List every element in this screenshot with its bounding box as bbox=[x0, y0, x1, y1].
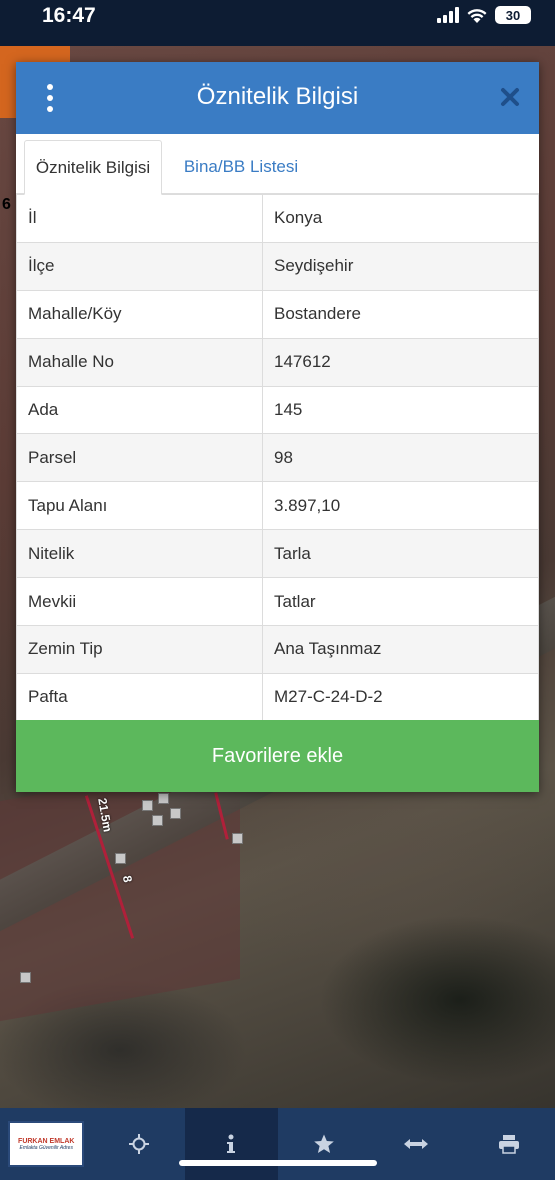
map-vertex-marker[interactable] bbox=[20, 972, 31, 983]
dialog-tabs: Öznitelik Bilgisi Bina/BB Listesi bbox=[16, 134, 539, 195]
table-row: Zemin Tip Ana Taşınmaz bbox=[16, 625, 539, 674]
attribute-dialog: Öznitelik Bilgisi Öznitelik Bilgisi Bina… bbox=[16, 62, 539, 792]
table-row: Ada 145 bbox=[16, 385, 539, 435]
attr-key: İl bbox=[16, 194, 263, 243]
table-row: Mahalle/Köy Bostandere bbox=[16, 289, 539, 339]
measure-icon bbox=[404, 1139, 429, 1149]
logo-name: FURKAN EMLAK bbox=[18, 1137, 75, 1145]
close-icon[interactable] bbox=[499, 86, 521, 108]
attr-key: Tapu Alanı bbox=[16, 481, 263, 531]
home-indicator[interactable] bbox=[179, 1160, 377, 1166]
status-icons: 30 bbox=[437, 6, 531, 24]
table-row: İlçe Seydişehir bbox=[16, 241, 539, 291]
map-vertex-marker[interactable] bbox=[170, 808, 181, 819]
attr-key: Nitelik bbox=[16, 529, 263, 579]
toolbar-favorites-button[interactable] bbox=[278, 1108, 371, 1180]
toolbar-logo[interactable]: FURKAN EMLAK Emlakta Güvenilir Adres bbox=[0, 1108, 93, 1180]
toolbar-move-button[interactable] bbox=[93, 1108, 186, 1180]
map-vertex-marker[interactable] bbox=[115, 853, 126, 864]
attr-value: M27-C-24-D-2 bbox=[262, 672, 539, 722]
attr-value: Bostandere bbox=[262, 289, 539, 339]
star-icon bbox=[313, 1134, 334, 1153]
status-bar: 16:47 30 bbox=[0, 0, 555, 46]
toolbar-measure-button[interactable] bbox=[370, 1108, 463, 1180]
map-edge-label: 6 bbox=[2, 196, 11, 213]
battery-icon: 30 bbox=[495, 6, 531, 24]
toolbar-info-button[interactable] bbox=[185, 1108, 278, 1180]
attr-value: Tatlar bbox=[262, 577, 539, 627]
attr-value: 147612 bbox=[262, 337, 539, 387]
dialog-title: Öznitelik Bilgisi bbox=[196, 83, 359, 110]
add-to-favorites-button[interactable]: Favorilere ekle bbox=[16, 720, 539, 792]
table-row: Mahalle No 147612 bbox=[16, 337, 539, 387]
attr-value: Seydişehir bbox=[262, 241, 539, 291]
table-row: Nitelik Tarla bbox=[16, 529, 539, 579]
attr-key: Mahalle/Köy bbox=[16, 289, 263, 339]
attr-value: Tarla bbox=[262, 529, 539, 579]
attr-value: 3.897,10 bbox=[262, 481, 539, 531]
map-vertex-marker[interactable] bbox=[152, 815, 163, 826]
logo-slogan: Emlakta Güvenilir Adres bbox=[19, 1144, 73, 1151]
table-row: Pafta M27-C-24-D-2 bbox=[16, 672, 539, 722]
table-row: Mevkii Tatlar bbox=[16, 577, 539, 627]
status-time: 16:47 bbox=[42, 4, 96, 27]
attribute-table: İl Konya İlçe Seydişehir Mahalle/Köy Bostan… bbox=[16, 194, 539, 722]
cellular-signal-icon bbox=[437, 7, 459, 23]
attr-key: Mevkii bbox=[16, 577, 263, 627]
wifi-icon bbox=[467, 8, 487, 23]
bottom-toolbar: FURKAN EMLAK Emlakta Güvenilir Adres bbox=[0, 1108, 555, 1180]
table-row: İl Konya bbox=[16, 194, 539, 243]
table-row: Parsel 98 bbox=[16, 433, 539, 483]
map-vertex-marker[interactable] bbox=[142, 800, 153, 811]
attr-key: İlçe bbox=[16, 241, 263, 291]
attr-key: Parsel bbox=[16, 433, 263, 483]
info-icon bbox=[227, 1134, 236, 1153]
attr-key: Ada bbox=[16, 385, 263, 435]
move-icon bbox=[128, 1134, 149, 1154]
attr-key: Pafta bbox=[16, 672, 263, 722]
tab-attribute-info[interactable]: Öznitelik Bilgisi bbox=[24, 140, 162, 195]
attr-key: Zemin Tip bbox=[16, 625, 263, 674]
table-row: Tapu Alanı 3.897,10 bbox=[16, 481, 539, 531]
attr-key: Mahalle No bbox=[16, 337, 263, 387]
attr-value: 98 bbox=[262, 433, 539, 483]
map-vertex-marker[interactable] bbox=[158, 793, 169, 804]
attr-value: 145 bbox=[262, 385, 539, 435]
dialog-header: Öznitelik Bilgisi bbox=[16, 62, 539, 134]
company-logo: FURKAN EMLAK Emlakta Güvenilir Adres bbox=[8, 1121, 85, 1167]
map-vertex-marker[interactable] bbox=[232, 833, 243, 844]
attr-value: Ana Taşınmaz bbox=[262, 625, 539, 674]
print-icon bbox=[498, 1135, 519, 1154]
toolbar-print-button[interactable] bbox=[463, 1108, 555, 1180]
attr-value: Konya bbox=[262, 194, 539, 243]
tab-building-list[interactable]: Bina/BB Listesi bbox=[176, 140, 306, 194]
